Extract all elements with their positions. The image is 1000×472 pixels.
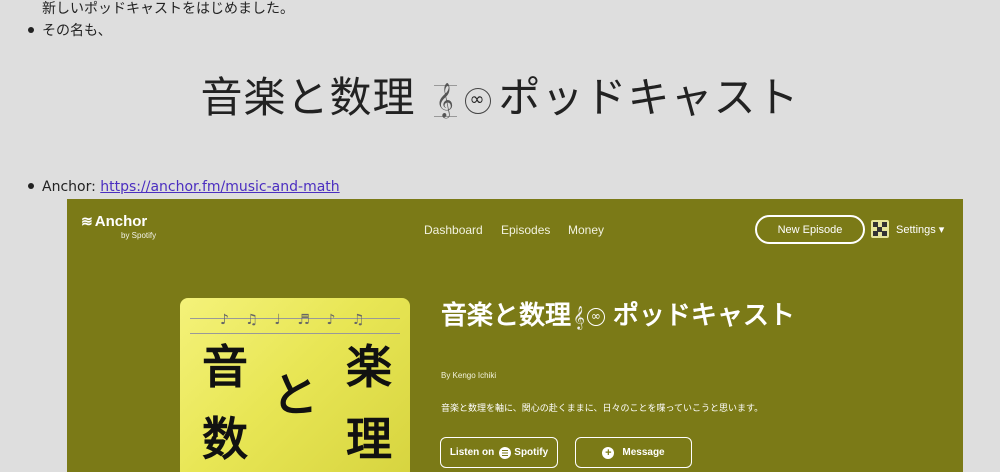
spotify-label: Spotify xyxy=(514,447,549,458)
logo-text: Anchor xyxy=(94,213,148,230)
listen-on-label: Listen on xyxy=(449,447,495,458)
nav-episodes[interactable]: Episodes xyxy=(501,223,550,237)
settings-menu[interactable]: Settings ▾ xyxy=(896,223,944,236)
user-avatar[interactable] xyxy=(871,220,889,238)
show-title-suffix: ポッドキャスト xyxy=(612,301,795,331)
show-title-prefix: 音楽と数理 xyxy=(441,301,572,331)
nav-money[interactable]: Money xyxy=(568,223,604,237)
show-description: 音楽と数理を軸に、関心の赴くままに、日々のことを喋っていこうと思います。 xyxy=(441,404,764,414)
message-label: Message xyxy=(622,447,665,458)
new-episode-button[interactable]: New Episode xyxy=(755,215,865,244)
cover-kanji: 数 xyxy=(202,412,248,466)
show-author: By Kengo Ichiki xyxy=(441,371,497,380)
infinity-icon: ∞ xyxy=(464,87,491,114)
logo-subtext: by Spotify xyxy=(121,231,157,240)
show-title: 音楽と数理 𝄞 ∞ ポッドキャスト xyxy=(441,299,861,334)
plus-icon: + xyxy=(602,446,615,459)
bullet-dot xyxy=(28,27,34,33)
list-item: その名も、 xyxy=(28,22,112,40)
cover-kanji: と xyxy=(272,368,318,422)
anchor-wave-icon: ≋ xyxy=(81,213,93,229)
headline-prefix: 音楽と数理 xyxy=(200,73,416,122)
music-notes: ♪ ♫ ♩ ♬ ♪ ♫ xyxy=(220,312,371,328)
bullet-dot xyxy=(28,183,34,189)
treble-clef-icon: 𝄞 xyxy=(573,305,585,329)
nav-dashboard[interactable]: Dashboard xyxy=(424,223,483,237)
cover-kanji: 楽 xyxy=(346,340,392,394)
infinity-icon: ∞ xyxy=(586,307,605,326)
message-button[interactable]: + Message xyxy=(575,437,692,468)
anchor-screenshot: ≋ Anchor by Spotify Dashboard Episodes Mo… xyxy=(67,199,963,472)
podcast-cover-art: ♪ ♫ ♩ ♬ ♪ ♫ 音 楽 と 数 理 xyxy=(180,298,410,472)
headline-suffix: ポッドキャスト xyxy=(498,73,800,122)
spotify-icon xyxy=(499,446,512,459)
list-item: Anchor: https://anchor.fm/music-and-math xyxy=(28,178,340,196)
listen-on-spotify-button[interactable]: Listen on Spotify xyxy=(440,437,558,468)
anchor-link[interactable]: https://anchor.fm/music-and-math xyxy=(100,179,339,195)
cover-kanji: 音 xyxy=(202,340,248,394)
treble-clef-icon: 𝄞 xyxy=(433,82,457,118)
podcast-headline: 音楽と数理 𝄞 ∞ ポッドキャスト xyxy=(0,70,1000,126)
cover-kanji: 理 xyxy=(346,412,392,466)
intro-line: 新しいポッドキャストをはじめました。 xyxy=(42,1,294,17)
anchor-label: Anchor: xyxy=(42,179,101,195)
anchor-logo[interactable]: ≋ Anchor by Spotify xyxy=(81,213,156,240)
list-item-text: その名も、 xyxy=(42,23,112,39)
